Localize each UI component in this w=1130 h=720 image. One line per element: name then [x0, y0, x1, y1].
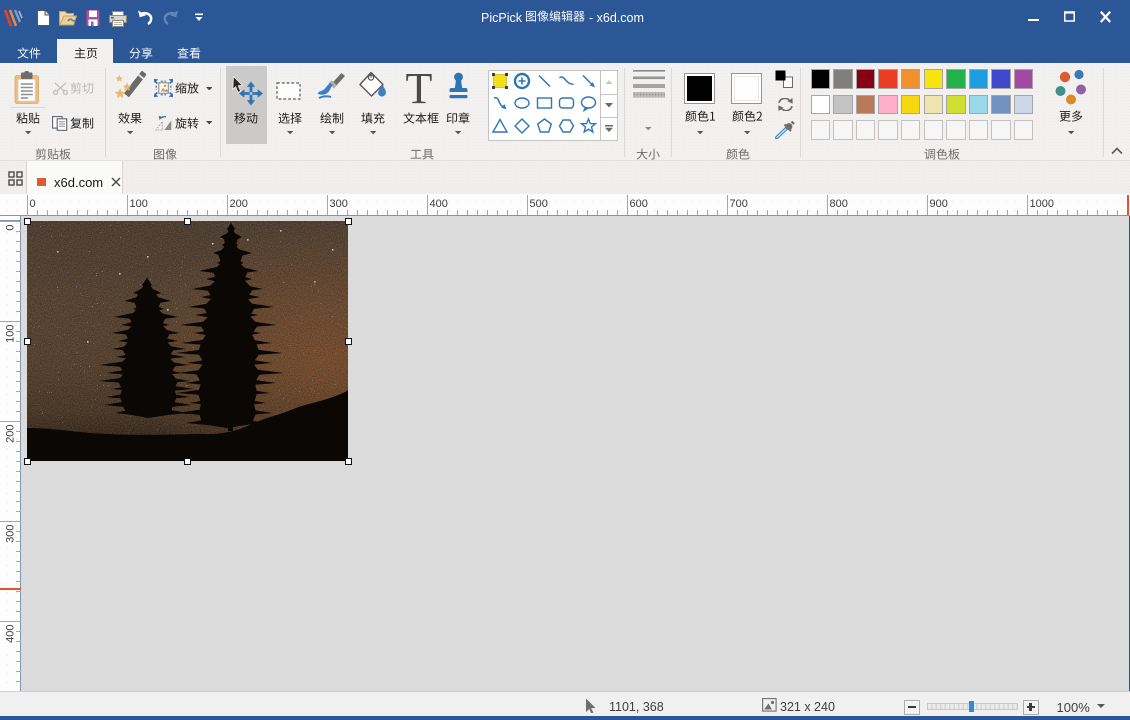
svg-text:100: 100	[5, 325, 17, 343]
svg-text:300: 300	[5, 525, 17, 543]
svg-text:400: 400	[5, 625, 17, 643]
svg-text:200: 200	[5, 425, 17, 443]
svg-text:0: 0	[5, 224, 17, 230]
